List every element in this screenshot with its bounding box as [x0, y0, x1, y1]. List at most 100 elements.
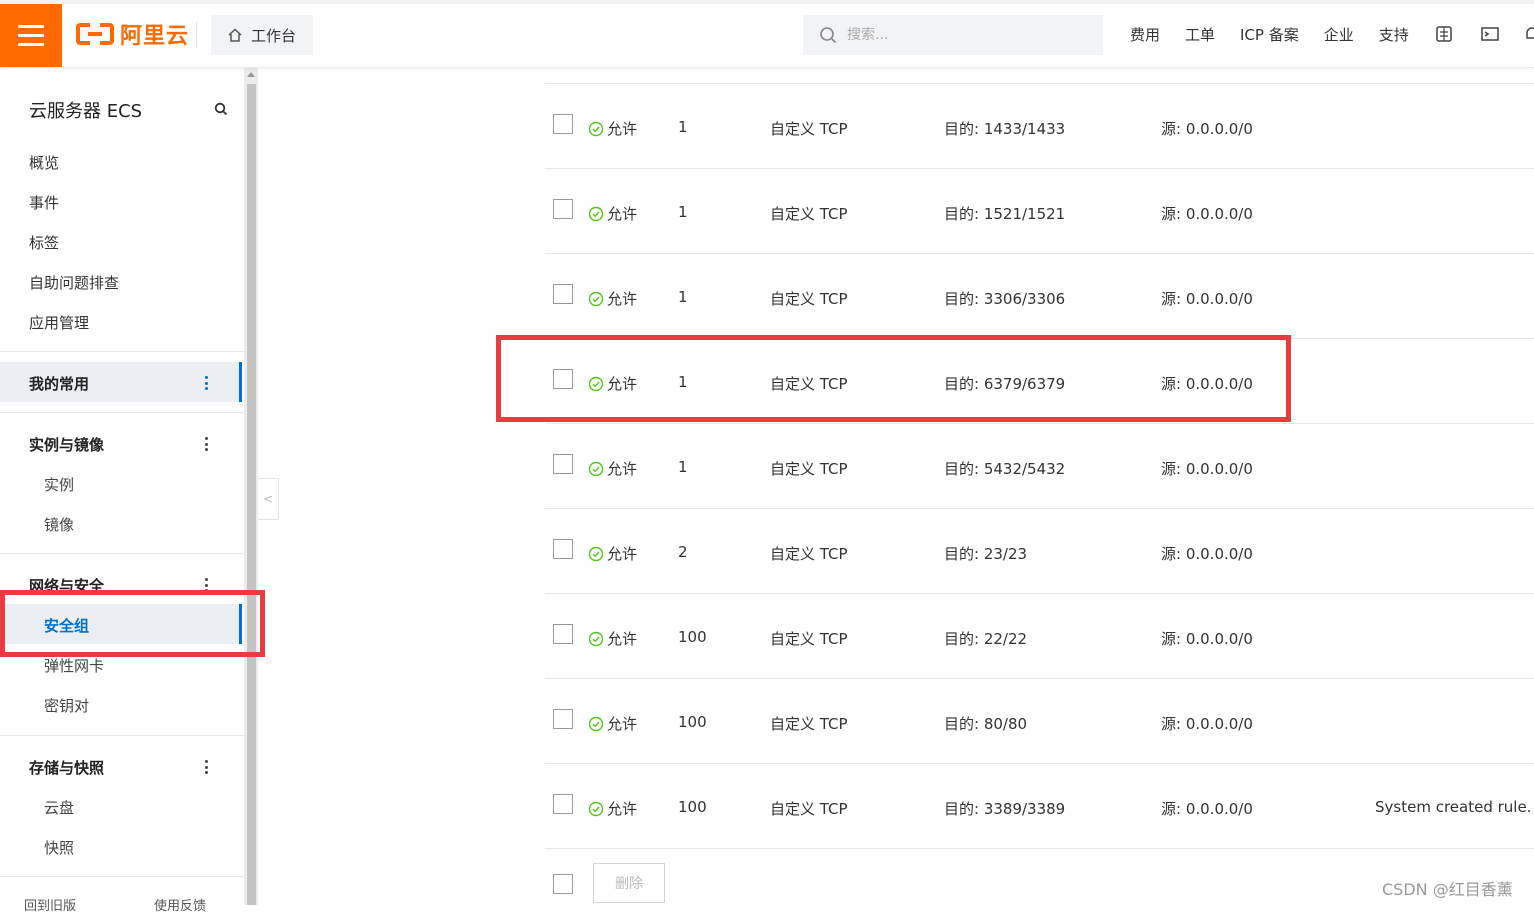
row-checkbox[interactable] [553, 284, 573, 304]
rule-protocol: 自定义 TCP [770, 715, 848, 733]
terminal-icon[interactable] [1480, 24, 1500, 44]
row-checkbox[interactable] [553, 794, 573, 814]
rule-port-range: 目的: 3389/3389 [944, 800, 1066, 818]
sidebar-divider [0, 876, 244, 877]
sidebar-item-security-groups[interactable]: 安全组 [44, 615, 89, 636]
row-checkbox[interactable] [553, 114, 573, 134]
sidebar-item-overview[interactable]: 概览 [29, 152, 59, 173]
rule-priority: 1 [678, 203, 688, 221]
table-row: 允许 1 自定义 TCP 目的: 5432/5432 源: 0.0.0.0/0 [545, 423, 1534, 508]
more-options-icon[interactable] [204, 578, 208, 592]
allow-check-icon [588, 121, 604, 136]
bell-icon[interactable] [1522, 24, 1534, 44]
rule-source: 源: 0.0.0.0/0 [1161, 205, 1253, 223]
rule-action: 允许 [588, 288, 637, 309]
sidebar-item-snapshots[interactable]: 快照 [44, 837, 74, 858]
sidebar-item-key-pairs[interactable]: 密钥对 [44, 695, 89, 716]
table-row: 允许 1 自定义 TCP 目的: 6379/6379 源: 0.0.0.0/0 [545, 338, 1534, 423]
more-options-icon[interactable] [204, 376, 208, 390]
sidebar-divider [0, 351, 244, 352]
menu-line-icon [18, 43, 44, 46]
rule-action-label: 允许 [607, 120, 638, 138]
delete-button[interactable]: 删除 [593, 863, 665, 903]
nav-icp[interactable]: ICP 备案 [1240, 24, 1299, 45]
global-search[interactable] [803, 15, 1103, 55]
rule-action: 允许 [588, 203, 637, 224]
rule-priority: 1 [678, 288, 688, 306]
row-checkbox[interactable] [553, 369, 573, 389]
rule-source: 源: 0.0.0.0/0 [1161, 800, 1253, 818]
row-checkbox[interactable] [553, 624, 573, 644]
allow-check-icon [588, 206, 604, 221]
sidebar-item-tags[interactable]: 标签 [29, 232, 59, 253]
more-options-icon[interactable] [204, 760, 208, 774]
rule-priority: 2 [678, 543, 688, 561]
rule-action: 允许 [588, 118, 637, 139]
sidebar-item-instances[interactable]: 实例 [44, 474, 74, 495]
rule-source: 源: 0.0.0.0/0 [1161, 630, 1253, 648]
workbench-button[interactable]: 工作台 [211, 15, 313, 55]
sidebar-item-eni[interactable]: 弹性网卡 [44, 655, 104, 676]
rule-protocol: 自定义 TCP [770, 290, 848, 308]
header-divider [196, 22, 197, 48]
aliyun-logo-icon [76, 21, 114, 47]
more-options-icon[interactable] [204, 437, 208, 451]
row-checkbox[interactable] [553, 709, 573, 729]
sidebar-item-images[interactable]: 镜像 [44, 514, 74, 535]
nav-tickets[interactable]: 工单 [1185, 24, 1215, 45]
nav-enterprise[interactable]: 企业 [1324, 24, 1354, 45]
sidebar-group-storage-snapshots[interactable]: 存储与快照 [29, 757, 104, 778]
sidebar-group-favorites[interactable]: 我的常用 [29, 373, 89, 394]
table-bottom-border [545, 848, 1534, 849]
sidebar-search-icon[interactable] [214, 102, 228, 116]
rule-action-label: 允许 [607, 205, 638, 223]
rule-action-label: 允许 [607, 630, 638, 648]
rule-protocol: 自定义 TCP [770, 460, 848, 478]
top-line [0, 0, 1534, 4]
rule-source: 源: 0.0.0.0/0 [1161, 460, 1253, 478]
sidebar-scroll-thumb[interactable] [247, 84, 256, 905]
rule-description: System created rule. [1375, 798, 1532, 816]
select-all-checkbox[interactable] [553, 874, 573, 894]
rule-protocol: 自定义 TCP [770, 205, 848, 223]
search-input[interactable] [847, 27, 1087, 43]
nav-support[interactable]: 支持 [1379, 24, 1409, 45]
aliyun-logo[interactable]: 阿里云 [76, 20, 190, 49]
rule-port-range: 目的: 22/22 [944, 630, 1028, 648]
app-icon[interactable] [1434, 24, 1454, 44]
sidebar-item-troubleshoot[interactable]: 自助问题排查 [29, 272, 119, 293]
row-checkbox[interactable] [553, 539, 573, 559]
table-row: 允许 100 自定义 TCP 目的: 80/80 源: 0.0.0.0/0 [545, 678, 1534, 763]
sidebar-item-disks[interactable]: 云盘 [44, 797, 74, 818]
rule-action-label: 允许 [607, 800, 638, 818]
hamburger-menu-button[interactable] [0, 4, 62, 67]
rule-port-range: 目的: 80/80 [944, 715, 1028, 733]
nav-fees[interactable]: 费用 [1130, 24, 1160, 45]
table-row: 允许 1 自定义 TCP 目的: 3306/3306 源: 0.0.0.0/0 [545, 253, 1534, 338]
rule-protocol: 自定义 TCP [770, 630, 848, 648]
sidebar-item-app-management[interactable]: 应用管理 [29, 312, 89, 333]
collapse-sidebar-button[interactable]: < [258, 478, 279, 520]
home-icon [228, 28, 242, 42]
sidebar-divider [0, 412, 244, 413]
sidebar-divider [0, 735, 244, 736]
rule-source: 源: 0.0.0.0/0 [1161, 545, 1253, 563]
rule-source: 源: 0.0.0.0/0 [1161, 715, 1253, 733]
scroll-up-arrow-icon[interactable] [247, 72, 255, 77]
rule-action: 允许 [588, 628, 637, 649]
rule-port-range: 目的: 1521/1521 [944, 205, 1066, 223]
sidebar-group-instances-images[interactable]: 实例与镜像 [29, 434, 104, 455]
rule-priority: 1 [678, 458, 688, 476]
logo-text: 阿里云 [120, 24, 190, 49]
sidebar-item-events[interactable]: 事件 [29, 192, 59, 213]
table-row: 允许 100 自定义 TCP 目的: 22/22 源: 0.0.0.0/0 [545, 593, 1534, 678]
allow-check-icon [588, 716, 604, 731]
sidebar-group-network-security[interactable]: 网络与安全 [29, 575, 104, 596]
search-icon [820, 27, 837, 44]
rule-source: 源: 0.0.0.0/0 [1161, 120, 1253, 138]
table-row: 允许 100 自定义 TCP 目的: 3389/3389 源: 0.0.0.0/0 Sys… [545, 763, 1534, 848]
row-checkbox[interactable] [553, 454, 573, 474]
workbench-label: 工作台 [251, 26, 297, 45]
header-nav: 费用 工单 ICP 备案 企业 支持 [1130, 24, 1434, 45]
row-checkbox[interactable] [553, 199, 573, 219]
